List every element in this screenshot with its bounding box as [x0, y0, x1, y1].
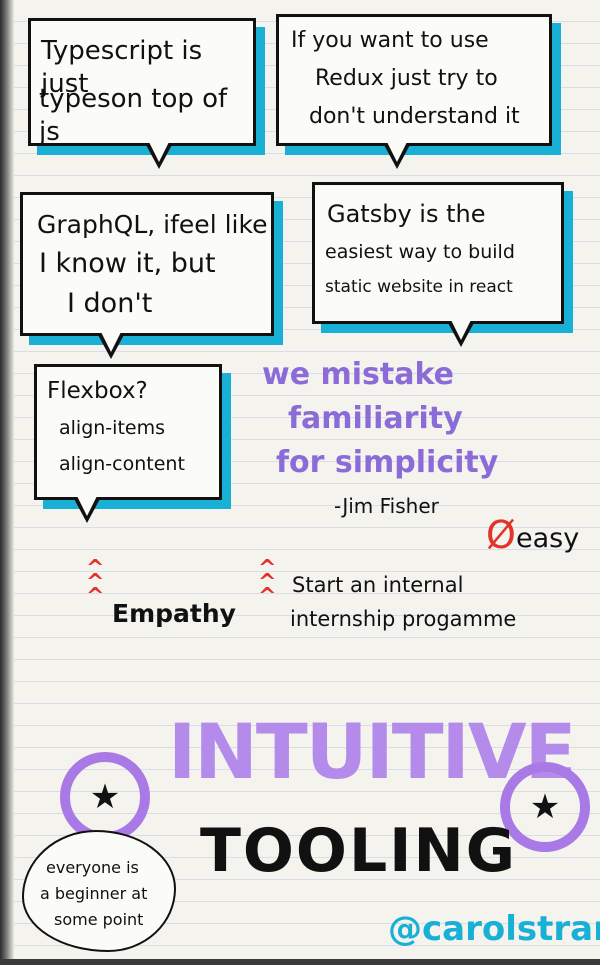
no-symbol: Ø [486, 513, 516, 557]
cloud-line-2: a beginner at [40, 884, 148, 903]
quote-line-2: familiarity [288, 401, 463, 436]
bubble-tail [97, 332, 125, 359]
flexbox-bubble: Flexbox? align-items align-content [34, 364, 222, 523]
graphql-line-1: GraphQL, ifeel like [37, 210, 268, 239]
bubble-tail [73, 496, 101, 523]
internship-line-2: internship progamme [290, 607, 517, 631]
chevron-up-icon: ^ ^ ^ [258, 556, 276, 609]
star-icon: ★ [89, 777, 121, 817]
graphql-bubble: GraphQL, ifeel like I know it, but I don… [20, 192, 274, 359]
gatsby-bubble: Gatsby is the easiest way to build stati… [312, 182, 564, 347]
easy-note: easy [516, 523, 580, 554]
gatsby-line-2: easiest way to build [325, 241, 515, 263]
cloud-note: everyone is a beginner at some point [22, 830, 176, 952]
signature: @carolstran [388, 909, 600, 949]
flexbox-line-2: align-items [59, 417, 165, 439]
flexbox-line-3: align-content [59, 453, 185, 475]
graphql-line-3: I don't [67, 288, 153, 319]
gatsby-line-3: static website in react [325, 277, 513, 297]
quote-line-1: we mistake [262, 357, 454, 392]
redux-line-3: don't understand it [309, 104, 520, 129]
cloud-line-1: everyone is [46, 858, 139, 877]
redux-line-2: Redux just try to [315, 66, 498, 91]
flexbox-line-1: Flexbox? [47, 378, 148, 404]
typescript-bubble: Typescript is just typeson top of js [28, 18, 256, 169]
quote-author: -Jim Fisher [334, 494, 439, 518]
bubble-tail [383, 142, 411, 169]
typescript-line-2: typeson top of js [39, 84, 228, 147]
notebook-binding [0, 0, 14, 965]
empathy-text: Empathy [112, 599, 236, 628]
star-circle-left: ★ [60, 752, 150, 842]
graphql-line-2: I know it, but [39, 248, 216, 279]
bubble-tail [447, 320, 475, 347]
internship-line-1: Start an internal [292, 573, 464, 597]
star-icon: ★ [529, 787, 561, 827]
gatsby-line-1: Gatsby is the [327, 200, 486, 228]
chevron-up-icon: ^ ^ ^ [86, 556, 104, 609]
cloud-line-3: some point [54, 910, 144, 929]
quote-line-3: for simplicity [276, 445, 499, 480]
redux-line-1: If you want to use [291, 28, 489, 53]
headline-bottom: TOOLING [200, 816, 517, 886]
bubble-tail [145, 142, 173, 169]
redux-bubble: If you want to use Redux just try to don… [276, 14, 552, 169]
page-bottom-edge [0, 959, 600, 965]
